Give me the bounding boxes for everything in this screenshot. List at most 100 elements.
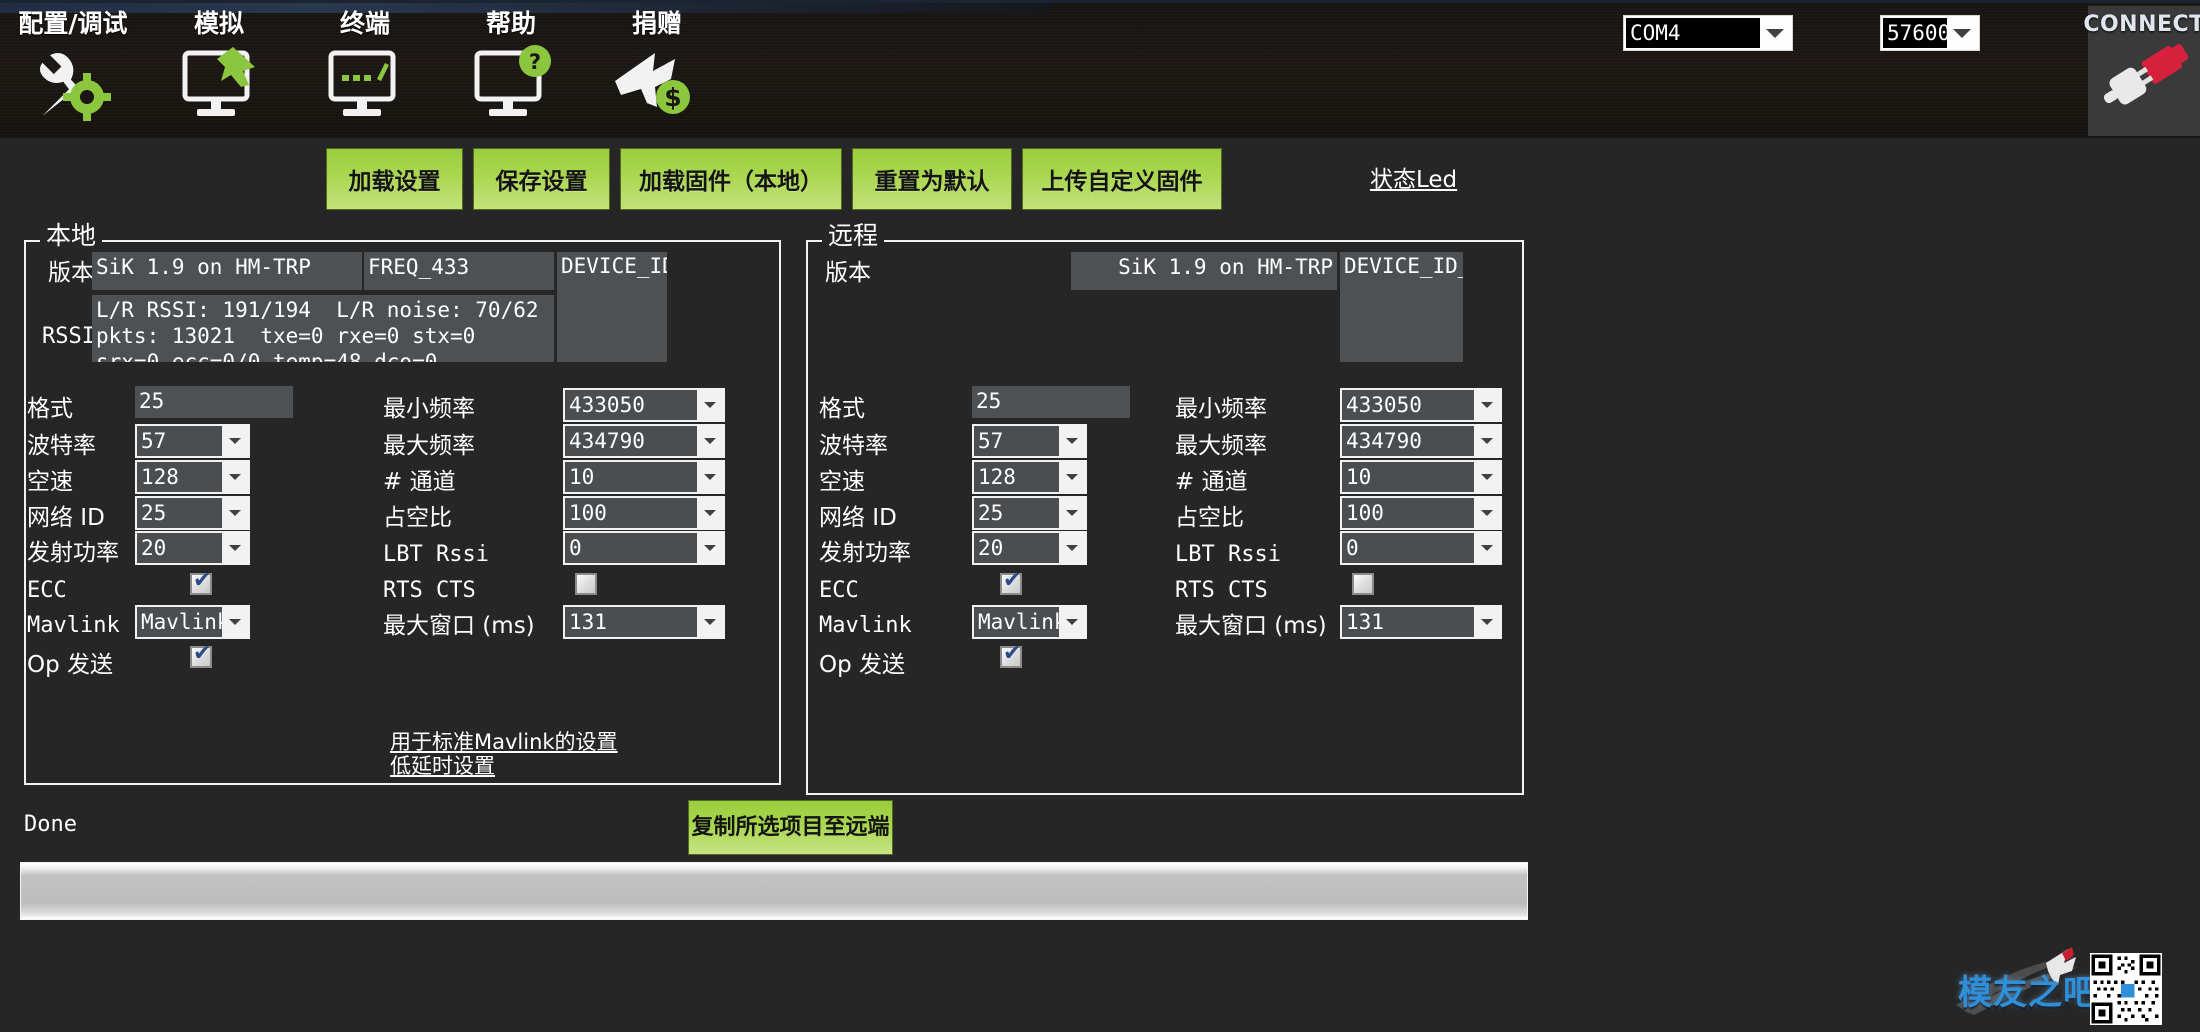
standard-mavlink-settings-link[interactable]: 用于标准Mavlink的设置	[390, 730, 618, 754]
local-freq-value: FREQ_433	[364, 252, 554, 290]
menu-item-config-tuning[interactable]: 配置/调试	[0, 3, 146, 133]
menu-item-help[interactable]: 帮助 ?	[438, 3, 584, 133]
save-settings-button[interactable]: 保存设置	[473, 148, 610, 210]
remote-device-id-value: DEVICE_ID_HM_TRP	[1340, 252, 1463, 362]
remote-maxwindow-select[interactable]: 131	[1340, 605, 1502, 639]
local-rssi-value: L/R RSSI: 191/194 L/R noise: 70/62 pkts:…	[92, 295, 554, 362]
chevron-down-icon[interactable]	[1474, 390, 1500, 420]
chevron-down-icon[interactable]	[222, 462, 248, 492]
chevron-down-icon[interactable]	[1059, 498, 1085, 528]
menu-item-terminal[interactable]: 终端	[292, 3, 438, 133]
remote-version-value: SiK 1.9 on HM-TRP	[1071, 252, 1337, 290]
chevron-down-icon[interactable]	[1474, 462, 1500, 492]
remote-minfreq-label: 最小频率	[1175, 396, 1267, 422]
local-device-id-value: DEVICE_ID_HM_TRP	[557, 252, 667, 362]
local-lbtrssi-select[interactable]: 0	[563, 531, 725, 565]
chevron-down-icon[interactable]	[1474, 498, 1500, 528]
remote-mavlink-select[interactable]: Mavlink	[972, 605, 1087, 639]
local-numchan-select[interactable]: 10	[563, 460, 725, 494]
remote-maxfreq-label: 最大频率	[1175, 433, 1267, 459]
chevron-down-icon[interactable]	[222, 533, 248, 563]
upload-custom-firmware-button[interactable]: 上传自定义固件	[1022, 148, 1222, 210]
remote-baud-select[interactable]: 57	[972, 424, 1087, 458]
chevron-down-icon[interactable]	[1474, 426, 1500, 456]
local-opsend-checkbox[interactable]: ✔	[190, 643, 212, 668]
local-maxwindow-select[interactable]: 131	[563, 605, 725, 639]
local-mavlink-value: Mavlink	[137, 607, 222, 637]
local-maxfreq-select[interactable]: 434790	[563, 424, 725, 458]
chevron-down-icon[interactable]	[1947, 18, 1977, 48]
local-maxfreq-label: 最大频率	[383, 433, 475, 459]
remote-dutycycle-label: 占空比	[1175, 505, 1244, 531]
plane-dollar-icon: $	[609, 45, 705, 121]
chevron-down-icon[interactable]	[697, 498, 723, 528]
low-latency-settings-link[interactable]: 低延时设置	[390, 754, 495, 778]
remote-numchan-select[interactable]: 10	[1340, 460, 1502, 494]
remote-maxfreq-select[interactable]: 434790	[1340, 424, 1502, 458]
local-rtscts-label: RTS CTS	[383, 578, 476, 603]
reset-to-default-button[interactable]: 重置为默认	[852, 148, 1012, 210]
baud-rate-select[interactable]: 57600	[1880, 15, 1980, 51]
remote-minfreq-value: 433050	[1342, 390, 1474, 420]
local-netid-value: 25	[137, 498, 222, 528]
chevron-down-icon[interactable]	[222, 498, 248, 528]
chevron-down-icon[interactable]	[222, 426, 248, 456]
remote-dutycycle-select[interactable]: 100	[1340, 496, 1502, 530]
check-icon: ✔	[1003, 568, 1022, 593]
local-numchan-label: # 通道	[383, 469, 456, 495]
remote-ecc-checkbox[interactable]: ✔	[1000, 568, 1022, 595]
load-firmware-local-button[interactable]: 加载固件（本地）	[620, 148, 842, 210]
remote-opsend-checkbox[interactable]: ✔	[1000, 643, 1022, 668]
local-netid-select[interactable]: 25	[135, 496, 250, 530]
plug-icon	[2094, 41, 2194, 115]
com-port-value: COM4	[1626, 18, 1760, 48]
local-panel-title: 本地	[40, 222, 103, 250]
local-rtscts-checkbox[interactable]	[575, 573, 597, 595]
remote-dutycycle-value: 100	[1342, 498, 1474, 528]
status-led-link[interactable]: 状态Led	[1370, 160, 1457, 194]
chevron-down-icon[interactable]	[1059, 462, 1085, 492]
menu-label-terminal: 终端	[339, 9, 390, 38]
chevron-down-icon[interactable]	[697, 426, 723, 456]
local-minfreq-select[interactable]: 433050	[563, 388, 725, 422]
remote-lbtrssi-value: 0	[1342, 533, 1474, 563]
remote-baud-label: 波特率	[819, 433, 888, 459]
chevron-down-icon[interactable]	[1474, 533, 1500, 563]
baud-rate-value: 57600	[1883, 18, 1947, 48]
menu-item-simulation[interactable]: 模拟	[146, 3, 292, 133]
chevron-down-icon[interactable]	[222, 607, 248, 637]
chevron-down-icon[interactable]	[1059, 533, 1085, 563]
local-dutycycle-select[interactable]: 100	[563, 496, 725, 530]
chevron-down-icon[interactable]	[1059, 607, 1085, 637]
remote-netid-select[interactable]: 25	[972, 496, 1087, 530]
local-lbtrssi-label: LBT Rssi	[383, 542, 489, 567]
chevron-down-icon[interactable]	[697, 390, 723, 420]
local-baud-select[interactable]: 57	[135, 424, 250, 458]
local-txpower-select[interactable]: 20	[135, 531, 250, 565]
chevron-down-icon[interactable]	[1059, 426, 1085, 456]
chevron-down-icon[interactable]	[1760, 18, 1790, 48]
load-settings-button[interactable]: 加载设置	[326, 148, 463, 210]
copy-to-remote-button[interactable]: 复制所选项目至远端	[688, 800, 893, 855]
remote-minfreq-select[interactable]: 433050	[1340, 388, 1502, 422]
local-ecc-checkbox[interactable]: ✔	[190, 570, 212, 595]
com-port-select[interactable]: COM4	[1623, 15, 1793, 51]
svg-text:?: ?	[529, 50, 541, 74]
remote-lbtrssi-select[interactable]: 0	[1340, 531, 1502, 565]
remote-rtscts-checkbox[interactable]	[1352, 573, 1374, 595]
connect-button[interactable]: CONNECT	[2083, 6, 2200, 136]
local-airspeed-select[interactable]: 128	[135, 460, 250, 494]
header-menu: 配置/调试 模拟 终端 帮助 ? 捐赠 $	[0, 3, 730, 133]
local-dutycycle-value: 100	[565, 498, 697, 528]
local-mavlink-select[interactable]: Mavlink	[135, 605, 250, 639]
chevron-down-icon[interactable]	[697, 607, 723, 637]
monitor-question-icon: ?	[463, 45, 559, 121]
chevron-down-icon[interactable]	[697, 533, 723, 563]
chevron-down-icon[interactable]	[697, 462, 723, 492]
chevron-down-icon[interactable]	[1474, 607, 1500, 637]
remote-txpower-select[interactable]: 20	[972, 531, 1087, 565]
app-header: 配置/调试 模拟 终端 帮助 ? 捐赠 $ COM4 57600 CONNECT	[0, 0, 2200, 138]
remote-airspeed-select[interactable]: 128	[972, 460, 1087, 494]
menu-item-donate[interactable]: 捐赠 $	[584, 3, 730, 133]
remote-txpower-label: 发射功率	[819, 540, 911, 566]
